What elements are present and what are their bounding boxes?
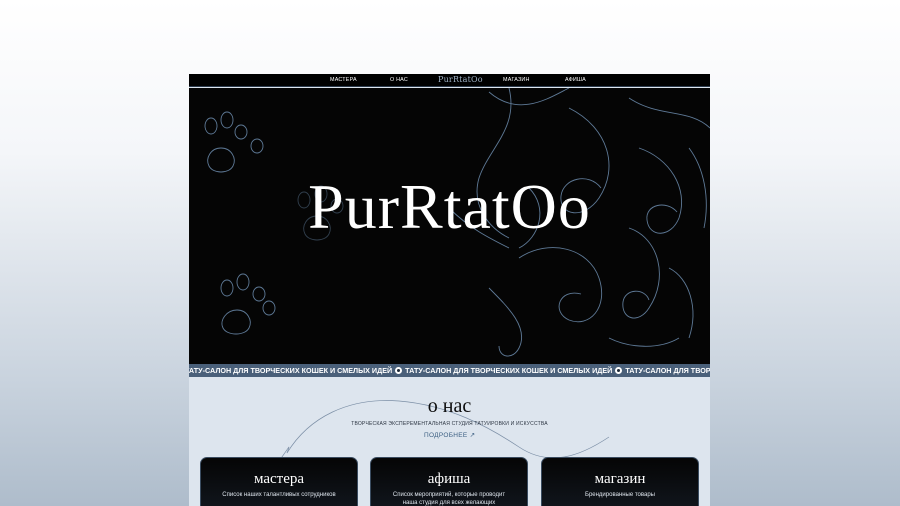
hero-section: PurRtatOo — [189, 88, 710, 364]
brand-logo: PurRtatOo — [308, 171, 591, 242]
card-masters[interactable]: мастера Список наших талантливых сотрудн… — [200, 457, 358, 506]
card-description: Список наших талантливых сотрудников — [222, 492, 336, 498]
card-description: Список мероприятий, которые проводит наш… — [392, 492, 506, 506]
card-title: афиша — [427, 471, 471, 487]
card-title: магазин — [594, 471, 646, 487]
marquee-text: ТАТУ-САЛОН ДЛЯ ТВОРЧЕСКИХ КОШЕК И СМЕЛЫХ… — [625, 366, 710, 375]
paw-print-icon — [204, 111, 264, 173]
marquee-dot-icon — [615, 367, 623, 374]
website-page: МАСТЕРА О НАС PurRtatOo МАГАЗИН АФИША Pu… — [189, 74, 710, 506]
card-shop[interactable]: магазин Брендированные товары — [541, 457, 699, 506]
marquee-dot-icon — [395, 367, 403, 374]
about-section: о нас ТВОРЧЕСКАЯ ЭКСПЕРЕМЕНТАЛЬНАЯ СТУДИ… — [189, 377, 710, 506]
card-description: Брендированные товары — [585, 492, 655, 498]
card-events[interactable]: афиша Список мероприятий, которые провод… — [370, 457, 528, 506]
nav-logo[interactable]: PurRtatOo — [438, 75, 483, 84]
nav-item-shop[interactable]: МАГАЗИН — [503, 77, 530, 83]
card-title: мастера — [253, 471, 305, 487]
marquee-banner: ТАТУ-САЛОН ДЛЯ ТВОРЧЕСКИХ КОШЕК И СМЕЛЫХ… — [189, 364, 710, 377]
nav-item-masters[interactable]: МАСТЕРА — [330, 77, 357, 83]
top-nav: МАСТЕРА О НАС PurRtatOo МАГАЗИН АФИША — [189, 74, 710, 87]
more-link[interactable]: ПОДРОБНЕЕ ↗ — [424, 431, 475, 440]
about-subtitle: ТВОРЧЕСКАЯ ЭКСПЕРЕМЕНТАЛЬНАЯ СТУДИЯ ТАТУ… — [351, 421, 548, 427]
nav-item-events[interactable]: АФИША — [565, 77, 586, 83]
about-title: о нас — [427, 395, 472, 417]
cards-row: мастера Список наших талантливых сотрудн… — [200, 457, 700, 506]
nav-item-about[interactable]: О НАС — [390, 77, 408, 83]
paw-print-icon — [220, 273, 276, 335]
marquee-text: ТАТУ-САЛОН ДЛЯ ТВОРЧЕСКИХ КОШЕК И СМЕЛЫХ… — [189, 366, 393, 375]
marquee-text: ТАТУ-САЛОН ДЛЯ ТВОРЧЕСКИХ КОШЕК И СМЕЛЫХ… — [405, 366, 613, 375]
